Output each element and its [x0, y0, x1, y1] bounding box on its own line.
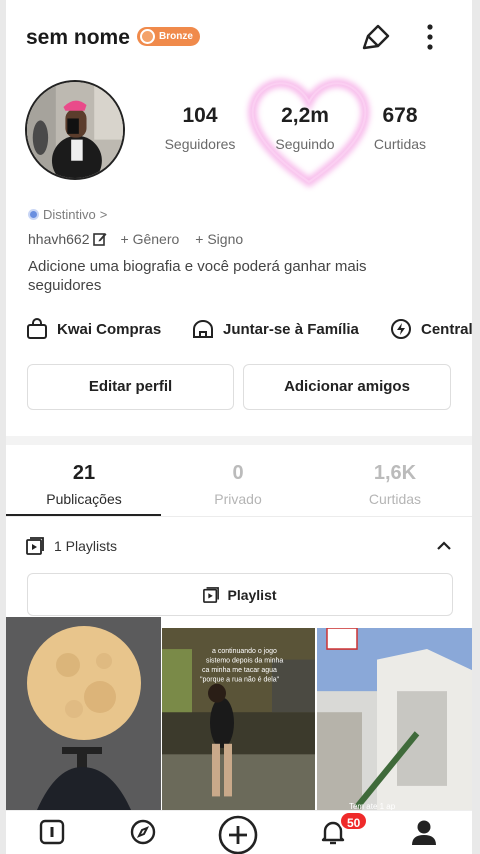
likes-count: 678	[382, 104, 418, 127]
distintivo-icon	[28, 209, 39, 220]
share-icon[interactable]	[358, 22, 392, 52]
playlist-icon	[203, 586, 220, 603]
chevron-up-icon[interactable]	[435, 537, 453, 555]
profile-icon[interactable]	[409, 817, 439, 847]
likes-label: Curtidas	[373, 136, 427, 152]
playlist-icon	[26, 537, 44, 555]
chevron-right-icon: >	[99, 207, 108, 222]
bio-prompt[interactable]: Adicione uma biografia e você poderá gan…	[28, 257, 408, 295]
followers-label: Seguidores	[164, 136, 236, 152]
medal-icon	[140, 29, 155, 44]
followers-count: 104	[182, 104, 218, 127]
username: sem nome	[26, 26, 130, 49]
discover-compass-icon[interactable]	[128, 817, 158, 847]
thumbnail-caption-line: ca minha me tacar agua	[202, 666, 277, 674]
shortcut-kwai-compras[interactable]: Kwai Compras	[26, 316, 161, 342]
video-thumbnail-building[interactable]: Tem ate 1 ap	[317, 628, 472, 828]
lightning-icon	[391, 319, 411, 339]
avatar[interactable]	[25, 80, 125, 180]
tab-count: 21	[72, 462, 96, 484]
bronze-badge[interactable]: Bronze	[137, 27, 200, 46]
playlist-button-label: Playlist	[227, 586, 277, 603]
tab-label: Curtidas	[368, 491, 422, 507]
video-thumbnail-moon[interactable]	[6, 617, 161, 817]
profile-screen: sem nome Bronze 104 Seguidores 2,2m Segu…	[6, 0, 472, 854]
shortcut-family[interactable]: Juntar-se à Família	[192, 316, 359, 342]
shortcut-label: Kwai Compras	[57, 320, 162, 338]
create-plus-icon[interactable]	[216, 813, 260, 854]
badge-label: Bronze	[159, 31, 193, 42]
stat-likes[interactable]: 678 Curtidas	[350, 104, 450, 152]
playlists-header[interactable]: 1 Playlists	[26, 537, 117, 555]
thumbnail-caption-line: "porque a rua não é dela"	[200, 676, 280, 684]
top-bar: sem nome Bronze	[6, 18, 472, 58]
add-friends-button[interactable]: Adicionar amigos	[243, 364, 451, 410]
stat-followers[interactable]: 104 Seguidores	[150, 104, 250, 152]
tab-divider	[6, 516, 472, 517]
shortcut-label: Central	[421, 320, 472, 338]
tab-privado[interactable]: 0 Privado	[163, 462, 313, 507]
section-divider	[6, 436, 472, 445]
tab-count: 1,6K	[373, 462, 417, 484]
following-count: 2,2m	[281, 104, 329, 127]
tab-publicacoes[interactable]: 21 Publicações	[9, 462, 159, 507]
tab-curtidas[interactable]: 1,6K Curtidas	[320, 462, 470, 507]
playlist-button[interactable]: Playlist	[27, 573, 453, 616]
notifications-badge: 50	[339, 811, 369, 831]
home-icon[interactable]	[37, 817, 67, 847]
add-sign-button[interactable]: + Signo	[195, 231, 243, 247]
tab-label: Publicações	[46, 491, 122, 507]
profile-info-line: hhavh662 + Gênero + Signo	[28, 231, 259, 247]
tab-count: 0	[232, 462, 244, 484]
user-handle: hhavh662	[28, 231, 90, 247]
shopping-bag-icon	[27, 318, 47, 339]
video-thumbnail-street[interactable]: a continuando o jogo sistemo depois da m…	[162, 628, 315, 828]
add-gender-button[interactable]: + Gênero	[121, 231, 180, 247]
thumbnail-caption-line: sistemo depois da minha	[206, 657, 283, 665]
bottom-navigation: 50	[6, 810, 472, 854]
more-options-icon[interactable]	[420, 22, 440, 52]
edit-profile-button[interactable]: Editar perfil	[27, 364, 234, 410]
distintivo-label: Distintivo	[43, 207, 96, 222]
edit-icon[interactable]	[92, 232, 107, 246]
following-label: Seguindo	[275, 136, 335, 152]
tab-label: Privado	[214, 491, 262, 507]
thumbnail-caption-line: a continuando o jogo	[212, 647, 277, 655]
family-house-icon	[193, 320, 213, 338]
playlists-count-label: 1 Playlists	[54, 538, 118, 554]
distintivo-link[interactable]: Distintivo >	[28, 207, 107, 222]
shortcut-label: Juntar-se à Família	[223, 320, 359, 338]
shortcut-central[interactable]: Central	[390, 316, 472, 342]
stat-following[interactable]: 2,2m Seguindo	[255, 104, 355, 152]
